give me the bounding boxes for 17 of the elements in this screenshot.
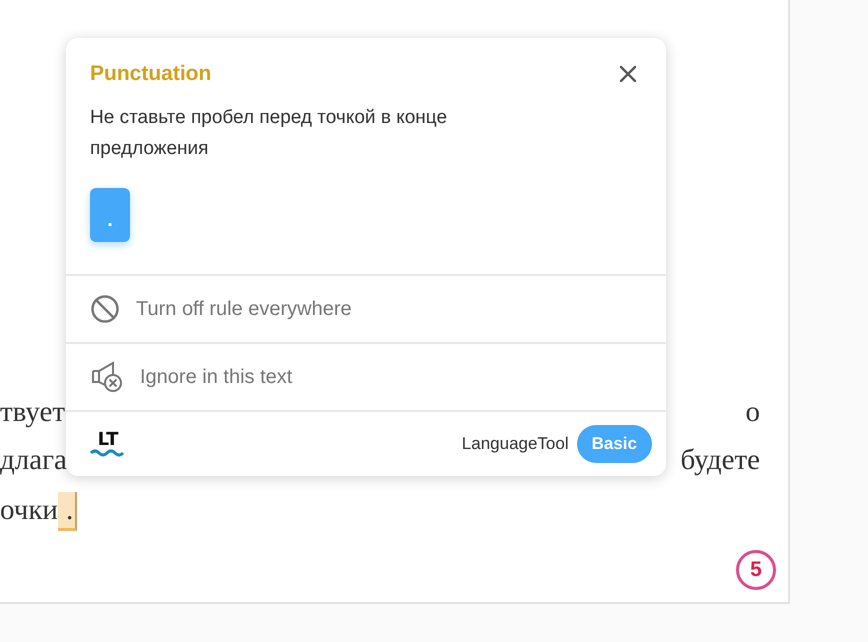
category-title: Punctuation xyxy=(90,62,212,86)
logo: LT xyxy=(90,430,126,458)
page-number: 5 xyxy=(736,550,776,590)
document-text: длага xyxy=(0,444,67,477)
document-text: о xyxy=(746,396,760,429)
action-button[interactable]: Turn off rule everywhere xyxy=(66,274,666,342)
error-message: Не ставьте пробел перед точкой в конце предложения xyxy=(89,106,448,161)
document-text: будете xyxy=(680,444,760,477)
document-text: твует xyxy=(0,396,66,429)
brand-name: LanguageTool xyxy=(462,434,569,454)
action-button[interactable]: Ignore in this text xyxy=(66,342,666,410)
ignore-icon xyxy=(90,361,124,393)
suggestion-button[interactable]: . xyxy=(90,188,130,242)
disable-icon xyxy=(90,294,120,324)
plan-badge: Basic xyxy=(576,425,652,463)
flagged-error[interactable]: . xyxy=(58,492,78,531)
document-text: очки xyxy=(0,494,58,527)
